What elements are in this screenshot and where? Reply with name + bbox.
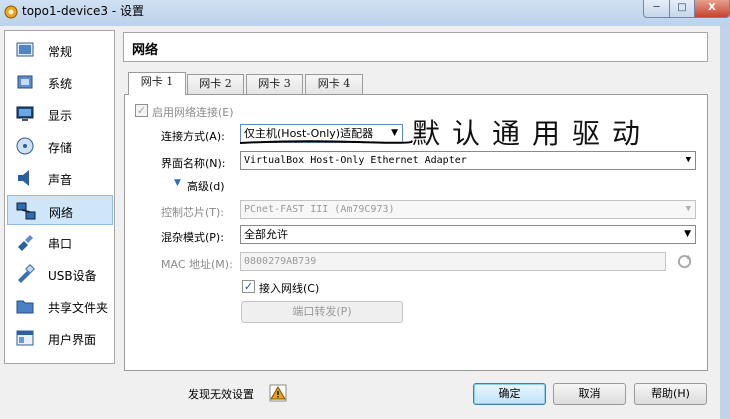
sidebar-item-label: 串口	[48, 237, 73, 251]
dropdown-arrow-icon: ▼	[684, 229, 691, 239]
sidebar-item-usb[interactable]: USB设备	[7, 259, 113, 289]
sidebar-item-storage[interactable]: 存储	[7, 131, 113, 161]
invalid-settings-warning-icon[interactable]	[269, 384, 287, 402]
expand-triangle-icon[interactable]: ▼	[174, 178, 181, 188]
enable-adapter-label: 启用网络连接(E)	[152, 106, 234, 119]
advanced-toggle[interactable]: 高级(d)	[187, 178, 225, 194]
cancel-button[interactable]: 取消	[553, 383, 626, 405]
mac-address-field[interactable]: 0800279AB739	[240, 252, 666, 271]
ok-button[interactable]: 确定	[473, 383, 546, 405]
tab-adapter-1[interactable]: 网卡 1	[128, 72, 186, 95]
settings-gear-icon	[4, 5, 18, 19]
settings-sidebar: 常规 系统 显示 存储 声音 网络 串口 USB设备 共享文件夹 用户界面	[4, 30, 115, 364]
tab-adapter-2[interactable]: 网卡 2	[187, 74, 244, 94]
sidebar-item-shared-folders[interactable]: 共享文件夹	[7, 291, 113, 321]
sidebar-item-label: 声音	[48, 173, 73, 187]
dropdown-arrow-icon: ▼	[685, 204, 691, 214]
maximize-button[interactable]: □	[669, 0, 695, 18]
sidebar-item-label: 显示	[48, 109, 73, 123]
shared-folder-icon	[16, 300, 34, 314]
sidebar-item-audio[interactable]: 声音	[7, 163, 113, 193]
sidebar-item-display[interactable]: 显示	[7, 99, 113, 129]
refresh-mac-icon[interactable]	[677, 254, 692, 269]
network-icon	[16, 202, 36, 220]
adapter-type-label: 控制芯片(T):	[161, 206, 225, 219]
page-title: 网络	[132, 43, 159, 58]
title-bar: topo1-device3 - 设置 ─ □ X	[0, 0, 730, 26]
serial-port-icon	[18, 235, 33, 251]
window-frame	[720, 26, 730, 419]
adapter-type-select[interactable]: PCnet-FAST III (Am79C973) ▼	[240, 200, 696, 219]
minimize-button[interactable]: ─	[643, 0, 670, 18]
storage-icon	[16, 137, 34, 155]
sidebar-item-general[interactable]: 常规	[7, 35, 113, 65]
display-icon	[16, 106, 34, 121]
close-button[interactable]: X	[694, 0, 730, 18]
system-icon	[17, 75, 33, 89]
general-icon	[16, 42, 34, 57]
window-title: topo1-device3 - 设置	[22, 4, 144, 18]
promiscuous-mode-label: 混杂模式(P):	[161, 231, 224, 244]
sidebar-item-network[interactable]: 网络	[7, 195, 113, 225]
cable-connected-label: 接入网线(C)	[259, 282, 320, 295]
sidebar-item-label: 系统	[48, 77, 73, 91]
enable-adapter-checkbox[interactable]: ✓	[135, 104, 148, 117]
attached-to-label: 连接方式(A):	[161, 130, 225, 143]
sidebar-item-label: 存储	[48, 141, 73, 155]
promiscuous-mode-select[interactable]: 全部允许 ▼	[240, 225, 696, 244]
invalid-settings-label: 发现无效设置	[188, 388, 254, 401]
cable-connected-checkbox[interactable]: ✓	[242, 280, 255, 293]
page-header: 网络	[123, 32, 708, 62]
sidebar-item-serial-port[interactable]: 串口	[7, 227, 113, 257]
dropdown-arrow-icon: ▼	[685, 155, 691, 165]
port-forwarding-button[interactable]: 端口转发(P)	[241, 301, 403, 323]
sidebar-item-system[interactable]: 系统	[7, 67, 113, 97]
adapter-type-value: PCnet-FAST III (Am79C973)	[244, 204, 395, 215]
sidebar-item-label: 用户界面	[48, 333, 97, 347]
adapter-name-value: VirtualBox Host-Only Ethernet Adapter	[244, 155, 467, 166]
sidebar-item-user-interface[interactable]: 用户界面	[7, 323, 113, 353]
annotation-underline	[239, 140, 413, 144]
sidebar-item-label: USB设备	[48, 269, 97, 283]
mac-address-label: MAC 地址(M):	[161, 258, 233, 271]
help-button[interactable]: 帮助(H)	[634, 383, 707, 405]
usb-icon	[18, 264, 35, 283]
sidebar-item-label: 常规	[48, 45, 73, 59]
adapter-name-select[interactable]: VirtualBox Host-Only Ethernet Adapter ▼	[240, 151, 696, 170]
adapter-name-label: 界面名称(N):	[161, 157, 226, 170]
tab-adapter-4[interactable]: 网卡 4	[305, 74, 363, 94]
audio-icon	[18, 170, 29, 186]
tab-adapter-3[interactable]: 网卡 3	[246, 74, 303, 94]
sidebar-item-label: 共享文件夹	[48, 301, 109, 315]
user-interface-icon	[16, 330, 34, 346]
sidebar-item-label: 网络	[49, 206, 74, 220]
promiscuous-mode-value: 全部允许	[244, 228, 288, 241]
